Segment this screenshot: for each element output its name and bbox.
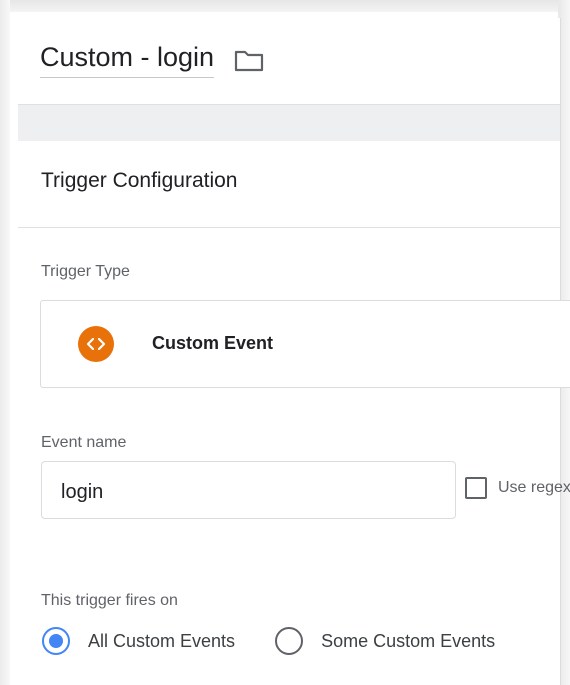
radio-label-some-custom-events[interactable]: Some Custom Events (321, 631, 495, 652)
trigger-type-selector[interactable]: Custom Event (40, 300, 570, 388)
header-separator-band (18, 105, 560, 141)
section-divider (18, 227, 560, 228)
frame-edge-top (0, 0, 570, 12)
trigger-title[interactable]: Custom - login (40, 42, 215, 78)
code-brackets-icon (78, 326, 114, 362)
event-name-label: Event name (41, 434, 127, 451)
use-regex-label: Use regex matching (498, 479, 570, 496)
section-title: Trigger Configuration (41, 169, 238, 192)
frame-edge-left (0, 0, 10, 685)
folder-icon[interactable] (234, 48, 264, 72)
radio-some-custom-events[interactable] (275, 627, 304, 655)
radio-all-custom-events[interactable] (42, 627, 70, 655)
title-wrap: Custom - login (40, 38, 264, 82)
radio-selected-dot (49, 634, 63, 648)
trigger-type-label: Trigger Type (41, 263, 130, 280)
trigger-header: Custom - login (18, 18, 560, 105)
screenshot-frame: Custom - login Trigger Configuration Tri… (0, 0, 570, 685)
fires-on-label: This trigger fires on (41, 592, 178, 609)
fires-on-radio-group: All Custom Events Some Custom Events (42, 627, 495, 655)
event-name-input[interactable]: login (41, 461, 456, 519)
radio-label-all-custom-events[interactable]: All Custom Events (88, 631, 235, 652)
event-name-value: login (61, 481, 104, 503)
trigger-configuration-card: Trigger Configuration Trigger Type Custo… (18, 141, 570, 685)
trigger-type-name: Custom Event (152, 333, 274, 353)
use-regex-checkbox[interactable] (465, 477, 487, 499)
trigger-editor-panel: Custom - login Trigger Configuration Tri… (18, 18, 570, 685)
